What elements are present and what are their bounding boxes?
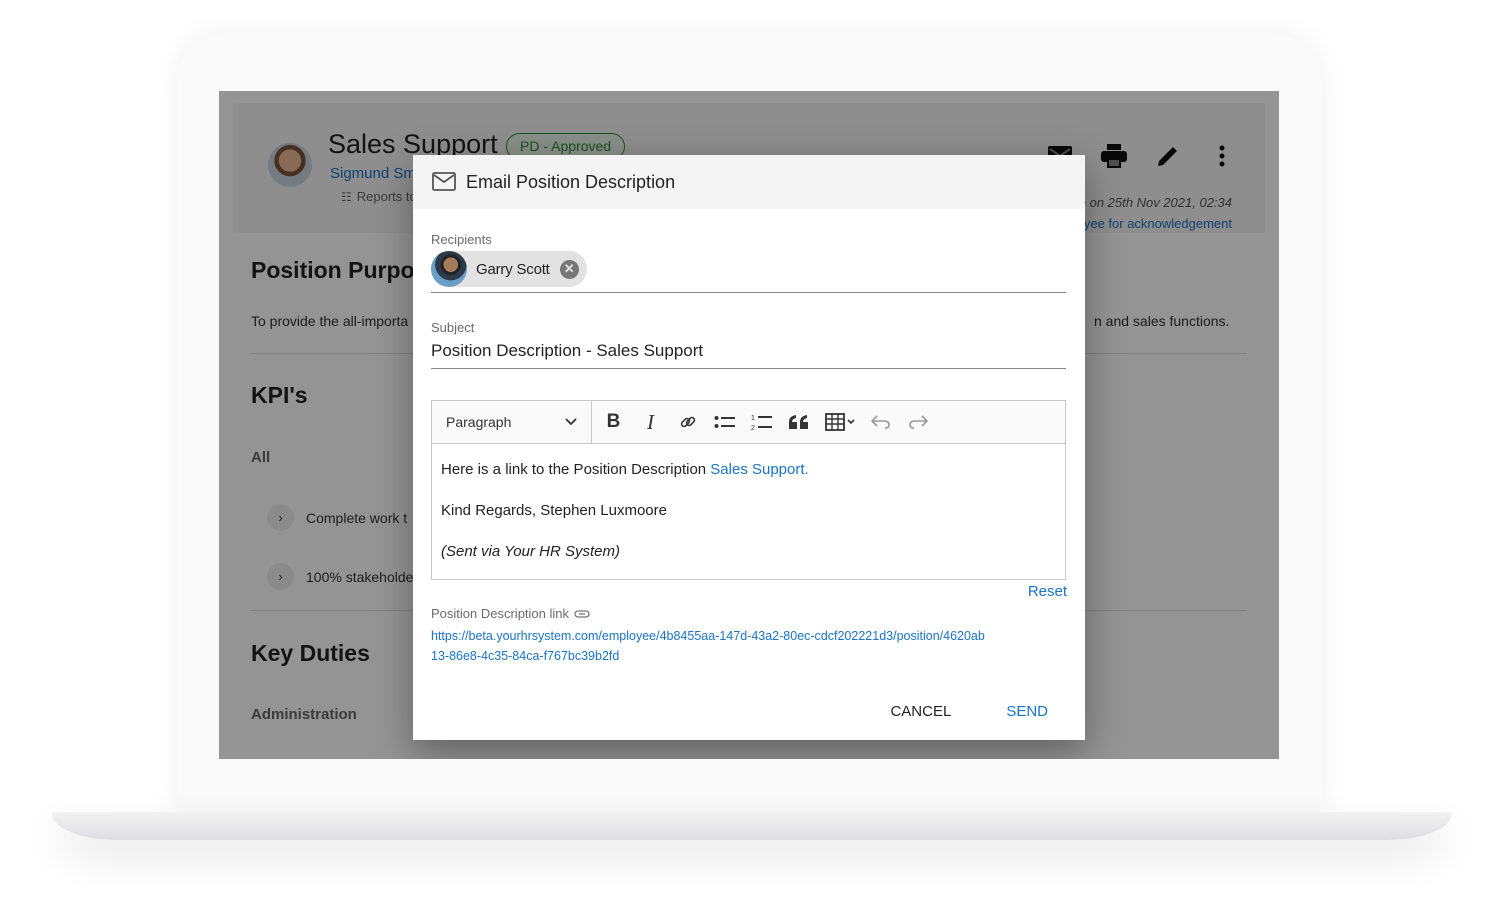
pd-link-label: Position Description link: [431, 606, 590, 621]
chevron-down-icon: [565, 418, 577, 426]
link-icon: [574, 609, 590, 618]
bold-icon: B: [606, 411, 621, 432]
undo-button[interactable]: [862, 401, 899, 443]
cancel-button[interactable]: CANCEL: [890, 703, 951, 720]
recipient-avatar: [431, 251, 467, 287]
bulleted-list-icon: [714, 416, 735, 428]
subject-underline: [431, 368, 1066, 369]
sales-support-link[interactable]: Sales Support.: [710, 461, 808, 478]
editor-toolbar: Paragraph B I 12: [432, 401, 1065, 444]
link-button[interactable]: [669, 401, 706, 443]
blockquote-icon: [788, 415, 808, 429]
block-format-select[interactable]: Paragraph: [432, 401, 592, 443]
svg-text:2: 2: [751, 425, 755, 431]
svg-text:1: 1: [751, 415, 755, 422]
redo-icon: [908, 415, 928, 429]
editor-line: Here is a link to the Position Descripti…: [441, 460, 1056, 479]
subject-input[interactable]: Position Description - Sales Support: [431, 341, 703, 361]
recipient-name: Garry Scott: [476, 260, 550, 278]
italic-button[interactable]: I: [632, 401, 669, 443]
editor-line: (Sent via Your HR System): [441, 542, 1056, 561]
laptop-base: [52, 812, 1452, 840]
table-button[interactable]: [817, 401, 862, 443]
editor-signature: (Sent via Your HR System): [441, 543, 620, 560]
remove-recipient-icon[interactable]: ✕: [559, 259, 579, 279]
editor-content[interactable]: Here is a link to the Position Descripti…: [432, 444, 1065, 577]
numbered-list-icon: 12: [751, 415, 772, 431]
dialog-header: Email Position Description: [413, 155, 1085, 209]
dialog-title: Email Position Description: [466, 171, 676, 192]
recipient-chip[interactable]: Garry Scott ✕: [431, 251, 587, 287]
numbered-list-button[interactable]: 12: [743, 401, 780, 443]
redo-button[interactable]: [899, 401, 936, 443]
undo-icon: [870, 415, 890, 429]
link-icon: [680, 416, 695, 428]
block-format-value: Paragraph: [446, 414, 512, 430]
recipients-label: Recipients: [431, 232, 492, 247]
dialog-actions: CANCEL SEND: [890, 703, 1048, 720]
pd-url-link[interactable]: https://beta.yourhrsystem.com/employee/4…: [431, 626, 991, 666]
pd-link-label-text: Position Description link: [431, 606, 570, 621]
send-button[interactable]: SEND: [1006, 703, 1048, 720]
rich-text-editor: Paragraph B I 12 Here is a link to the P…: [431, 400, 1066, 580]
recipients-underline: [431, 292, 1066, 293]
bulleted-list-button[interactable]: [706, 401, 743, 443]
editor-text: Here is a link to the Position Descripti…: [441, 461, 711, 478]
mail-outline-icon: [432, 172, 456, 191]
subject-label: Subject: [431, 320, 475, 335]
blockquote-button[interactable]: [780, 401, 817, 443]
bold-button[interactable]: B: [595, 401, 632, 443]
email-dialog: Email Position Description Recipients Ga…: [413, 155, 1085, 740]
screen: Sales Support PD - Approved Sigmund Smit…: [219, 91, 1279, 759]
reset-button[interactable]: Reset: [1028, 583, 1067, 600]
editor-line: Kind Regards, Stephen Luxmoore: [441, 502, 667, 519]
italic-icon: I: [647, 409, 654, 434]
table-icon: [824, 413, 855, 431]
